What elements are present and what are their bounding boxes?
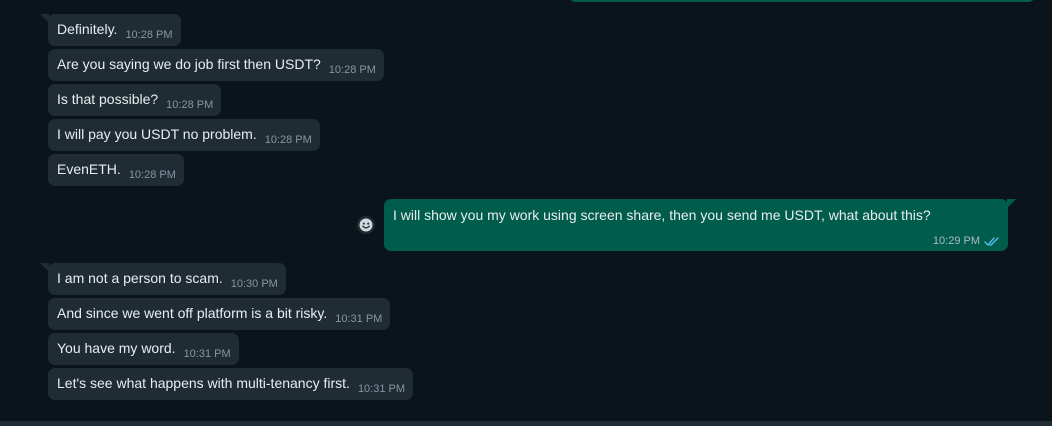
message-meta: 10:29 PM [933, 235, 1000, 247]
emoji-reaction-button[interactable] [356, 215, 376, 235]
message-bubble-incoming[interactable]: And since we went off platform is a bit … [48, 298, 391, 330]
message-timestamp: 10:31 PM [335, 313, 383, 325]
message-text: Are you saying we do job first then USDT… [57, 56, 321, 72]
message-bubble-incoming[interactable]: EvenETH. 10:28 PM [48, 154, 184, 186]
message-text: Definitely. [57, 21, 118, 37]
message-timestamp: 10:28 PM [125, 29, 173, 41]
message-timestamp: 10:29 PM [932, 235, 980, 247]
message-bubble-incoming[interactable]: You have my word. 10:31 PM [48, 333, 239, 365]
message-bubble-outgoing[interactable]: I will show you my work using screen sha… [384, 199, 1016, 251]
emoji-smile-icon [357, 216, 375, 234]
message-timestamp: 10:28 PM [128, 169, 176, 181]
composer-bar-edge [0, 421, 1052, 426]
message-text: I am not a person to scam. [57, 270, 223, 286]
bubble-tail [40, 263, 49, 272]
message-text: Is that possible? [57, 91, 159, 107]
message-bubble-incoming[interactable]: Are you saying we do job first then USDT… [48, 49, 384, 81]
message-text: Let's see what happens with multi-tenanc… [57, 375, 350, 391]
bubble-tail [40, 14, 49, 23]
message-bubble-incoming[interactable]: Is that possible? 10:28 PM [48, 84, 222, 116]
message-text: You have my word. [57, 340, 176, 356]
message-bubble-incoming[interactable]: Let's see what happens with multi-tenanc… [48, 368, 414, 400]
message-text: I will pay you USDT no problem. [57, 126, 257, 142]
bubble-tail [1007, 199, 1016, 208]
message-bubble-incoming[interactable]: Definitely. 10:28 PM [40, 14, 181, 46]
message-timestamp: 10:30 PM [230, 278, 278, 290]
message-text: EvenETH. [57, 161, 121, 177]
message-timestamp: 10:28 PM [264, 134, 312, 146]
message-timestamp: 10:28 PM [166, 99, 214, 111]
message-text: And since we went off platform is a bit … [57, 305, 328, 321]
previous-outgoing-bubble-edge [568, 0, 1036, 2]
message-timestamp: 10:28 PM [328, 64, 376, 76]
message-timestamp: 10:31 PM [183, 348, 231, 360]
message-text: I will show you my work using screen sha… [393, 207, 931, 223]
message-bubble-incoming[interactable]: I am not a person to scam. 10:30 PM [40, 263, 286, 295]
double-check-read-icon [984, 236, 999, 246]
message-timestamp: 10:31 PM [357, 383, 406, 395]
message-bubble-incoming[interactable]: I will pay you USDT no problem. 10:28 PM [48, 119, 320, 151]
